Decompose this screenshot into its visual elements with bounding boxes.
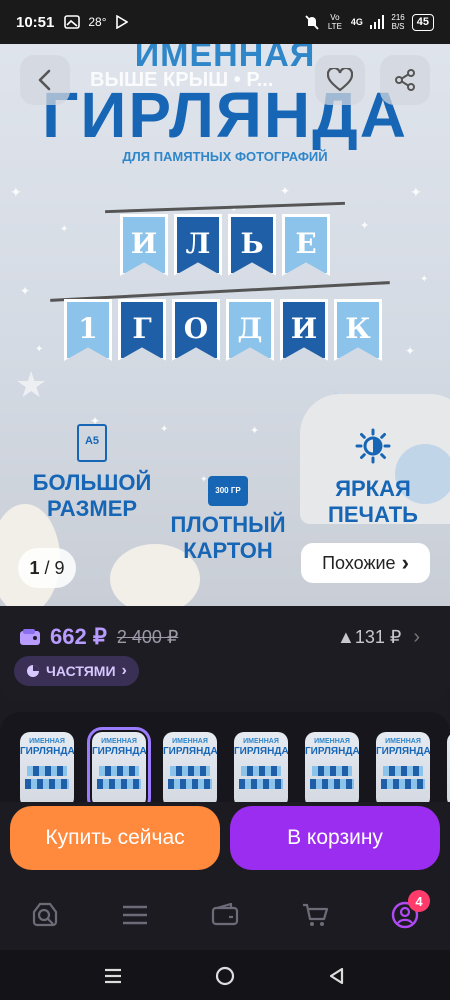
garland-flag: Г: [118, 299, 166, 361]
back-button[interactable]: [20, 55, 70, 105]
add-to-cart-button[interactable]: В корзину: [230, 806, 440, 870]
share-button[interactable]: [380, 55, 430, 105]
wallet-card-icon: [20, 629, 40, 645]
similar-products-button[interactable]: Похожие ›: [301, 543, 430, 583]
gallery-notification-icon: [64, 15, 81, 29]
thumbnail-strip[interactable]: ИМЕННАЯ ГИРЛЯНДА ИМЕННАЯ ГИРЛЯНДА ИМЕННАЯ Г…: [0, 712, 450, 802]
a5-sheet-icon: A5: [77, 424, 107, 462]
current-price: 662 ₽: [50, 624, 107, 649]
back-triangle-icon: [329, 967, 344, 985]
profile-notification-badge: 4: [408, 890, 430, 912]
bottom-tab-bar: [0, 880, 450, 950]
signal-strength-icon: [369, 15, 385, 29]
back-system-button[interactable]: [325, 964, 349, 988]
feature-density-line1: ПЛОТНЫЙ: [170, 512, 286, 537]
weather-temperature: 28°: [88, 15, 107, 29]
network-type: 4G: [350, 17, 363, 27]
garland-flag: 1: [64, 299, 112, 361]
mute-icon: [305, 14, 319, 30]
garland-flag: Ь: [228, 214, 276, 276]
paper-stack-icon: 300 ГР: [208, 476, 248, 506]
buy-now-button[interactable]: Купить сейчас: [10, 806, 220, 870]
garland-flag: Е: [282, 214, 330, 276]
installments-badge[interactable]: ЧАСТЯМИ ›: [14, 656, 139, 686]
old-price: 2 400 ₽: [116, 626, 179, 647]
hero-subtitle: ДЛЯ ПАМЯТНЫХ ФОТОГРАФИЙ: [122, 149, 328, 164]
home-circle-icon: [215, 966, 235, 986]
similar-label: Похожие: [322, 552, 396, 573]
thumbnail-selected[interactable]: ИМЕННАЯ ГИРЛЯНДА: [87, 727, 151, 802]
price-delta: ▲131 ₽: [337, 627, 402, 647]
product-image-gallery[interactable]: ✦ ✦ ✦ ✦ ✦ ✦ ✦ ✦ ✦ ✦ ✦ ✦ ✦ ✦ ✦ ✦ ★ ★ ИМЕН…: [0, 44, 450, 606]
tab-catalog[interactable]: [120, 900, 150, 930]
thumbnail[interactable]: ИМЕННАЯ ГИРЛЯНДА: [376, 732, 430, 802]
battery-indicator: 45: [411, 13, 434, 31]
system-navigation-bar: [0, 950, 450, 1000]
garland-flag: И: [120, 214, 168, 276]
wallet-icon: [211, 903, 239, 926]
search-icon: [32, 902, 58, 927]
net-speed: 216 B/S: [391, 13, 405, 31]
thumbnail[interactable]: ИМЕННАЯ ГИРЛЯНДА: [305, 732, 359, 802]
page-title: ВЫШЕ КРЫШ • Р...: [90, 69, 274, 91]
feature-size: A5 БОЛЬШОЙ РАЗМЕР: [22, 424, 162, 522]
menu-icon: [123, 905, 147, 925]
feature-density: 300 ГР ПЛОТНЫЙ КАРТОН: [158, 476, 298, 564]
garland-flag: И: [280, 299, 328, 361]
volte-indicator: Vo LTE: [327, 13, 342, 31]
status-time: 10:51: [16, 13, 55, 31]
share-icon: [395, 69, 415, 91]
favorite-button[interactable]: [315, 55, 365, 105]
thumbnail[interactable]: ИМЕННАЯ ГИРЛЯНДА: [163, 732, 217, 802]
play-store-icon: [115, 15, 128, 29]
price-row[interactable]: 662 ₽ 2 400 ₽: [20, 624, 178, 650]
feature-print-line1: ЯРКАЯ: [335, 476, 411, 501]
price-panel: 662 ₽ 2 400 ₽ ▲131 ₽ › ЧАСТЯМИ ›: [0, 606, 450, 702]
cart-icon: [303, 903, 329, 926]
chevron-right-icon: ›: [121, 662, 127, 679]
feature-print: ЯРКАЯ ПЕЧАТЬ: [308, 428, 438, 528]
garland-flag: К: [334, 299, 382, 361]
recent-apps-button[interactable]: [101, 964, 125, 988]
chevron-right-icon: ›: [401, 550, 409, 575]
heart-icon: [327, 68, 353, 92]
thumbnail[interactable]: ИМЕННАЯ ГИРЛЯНДА: [20, 732, 74, 802]
recents-icon: [105, 968, 121, 984]
status-right-icons: Vo LTE 4G 216 B/S 45: [305, 13, 434, 31]
brightness-icon: [355, 428, 391, 464]
status-bar: 10:51 28° Vo LTE 4G 216 B/S 45: [0, 0, 450, 44]
pager-current: 1: [29, 557, 40, 578]
tab-search[interactable]: [30, 900, 60, 930]
thumbnail[interactable]: ИМЕННАЯ ГИРЛЯНДА: [234, 732, 288, 802]
garland-row-1: И Л Ь Е: [120, 214, 330, 276]
status-left-icons: 28°: [64, 15, 128, 29]
pager-total: / 9: [44, 557, 65, 578]
garland-row-2: 1 Г О Д И К: [64, 299, 382, 361]
chevron-left-icon: [38, 69, 51, 91]
chevron-right-icon: ›: [413, 626, 420, 648]
pie-chart-icon: [27, 665, 39, 677]
feature-size-line1: БОЛЬШОЙ: [32, 470, 152, 495]
garland-flag: Д: [226, 299, 274, 361]
price-history-link[interactable]: ▲131 ₽ ›: [337, 626, 420, 649]
feature-density-line2: КАРТОН: [183, 538, 273, 563]
home-button[interactable]: [213, 964, 237, 988]
installments-label: ЧАСТЯМИ: [46, 663, 116, 679]
tab-cart[interactable]: [300, 900, 330, 930]
top-navigation: ВЫШЕ КРЫШ • Р...: [0, 50, 450, 110]
tab-wallet[interactable]: [210, 900, 240, 930]
feature-size-line2: РАЗМЕР: [46, 496, 138, 521]
garland-flag: Л: [174, 214, 222, 276]
feature-print-line2: ПЕЧАТЬ: [328, 502, 418, 527]
garland-flag: О: [172, 299, 220, 361]
image-pager: 1 / 9: [18, 548, 76, 588]
